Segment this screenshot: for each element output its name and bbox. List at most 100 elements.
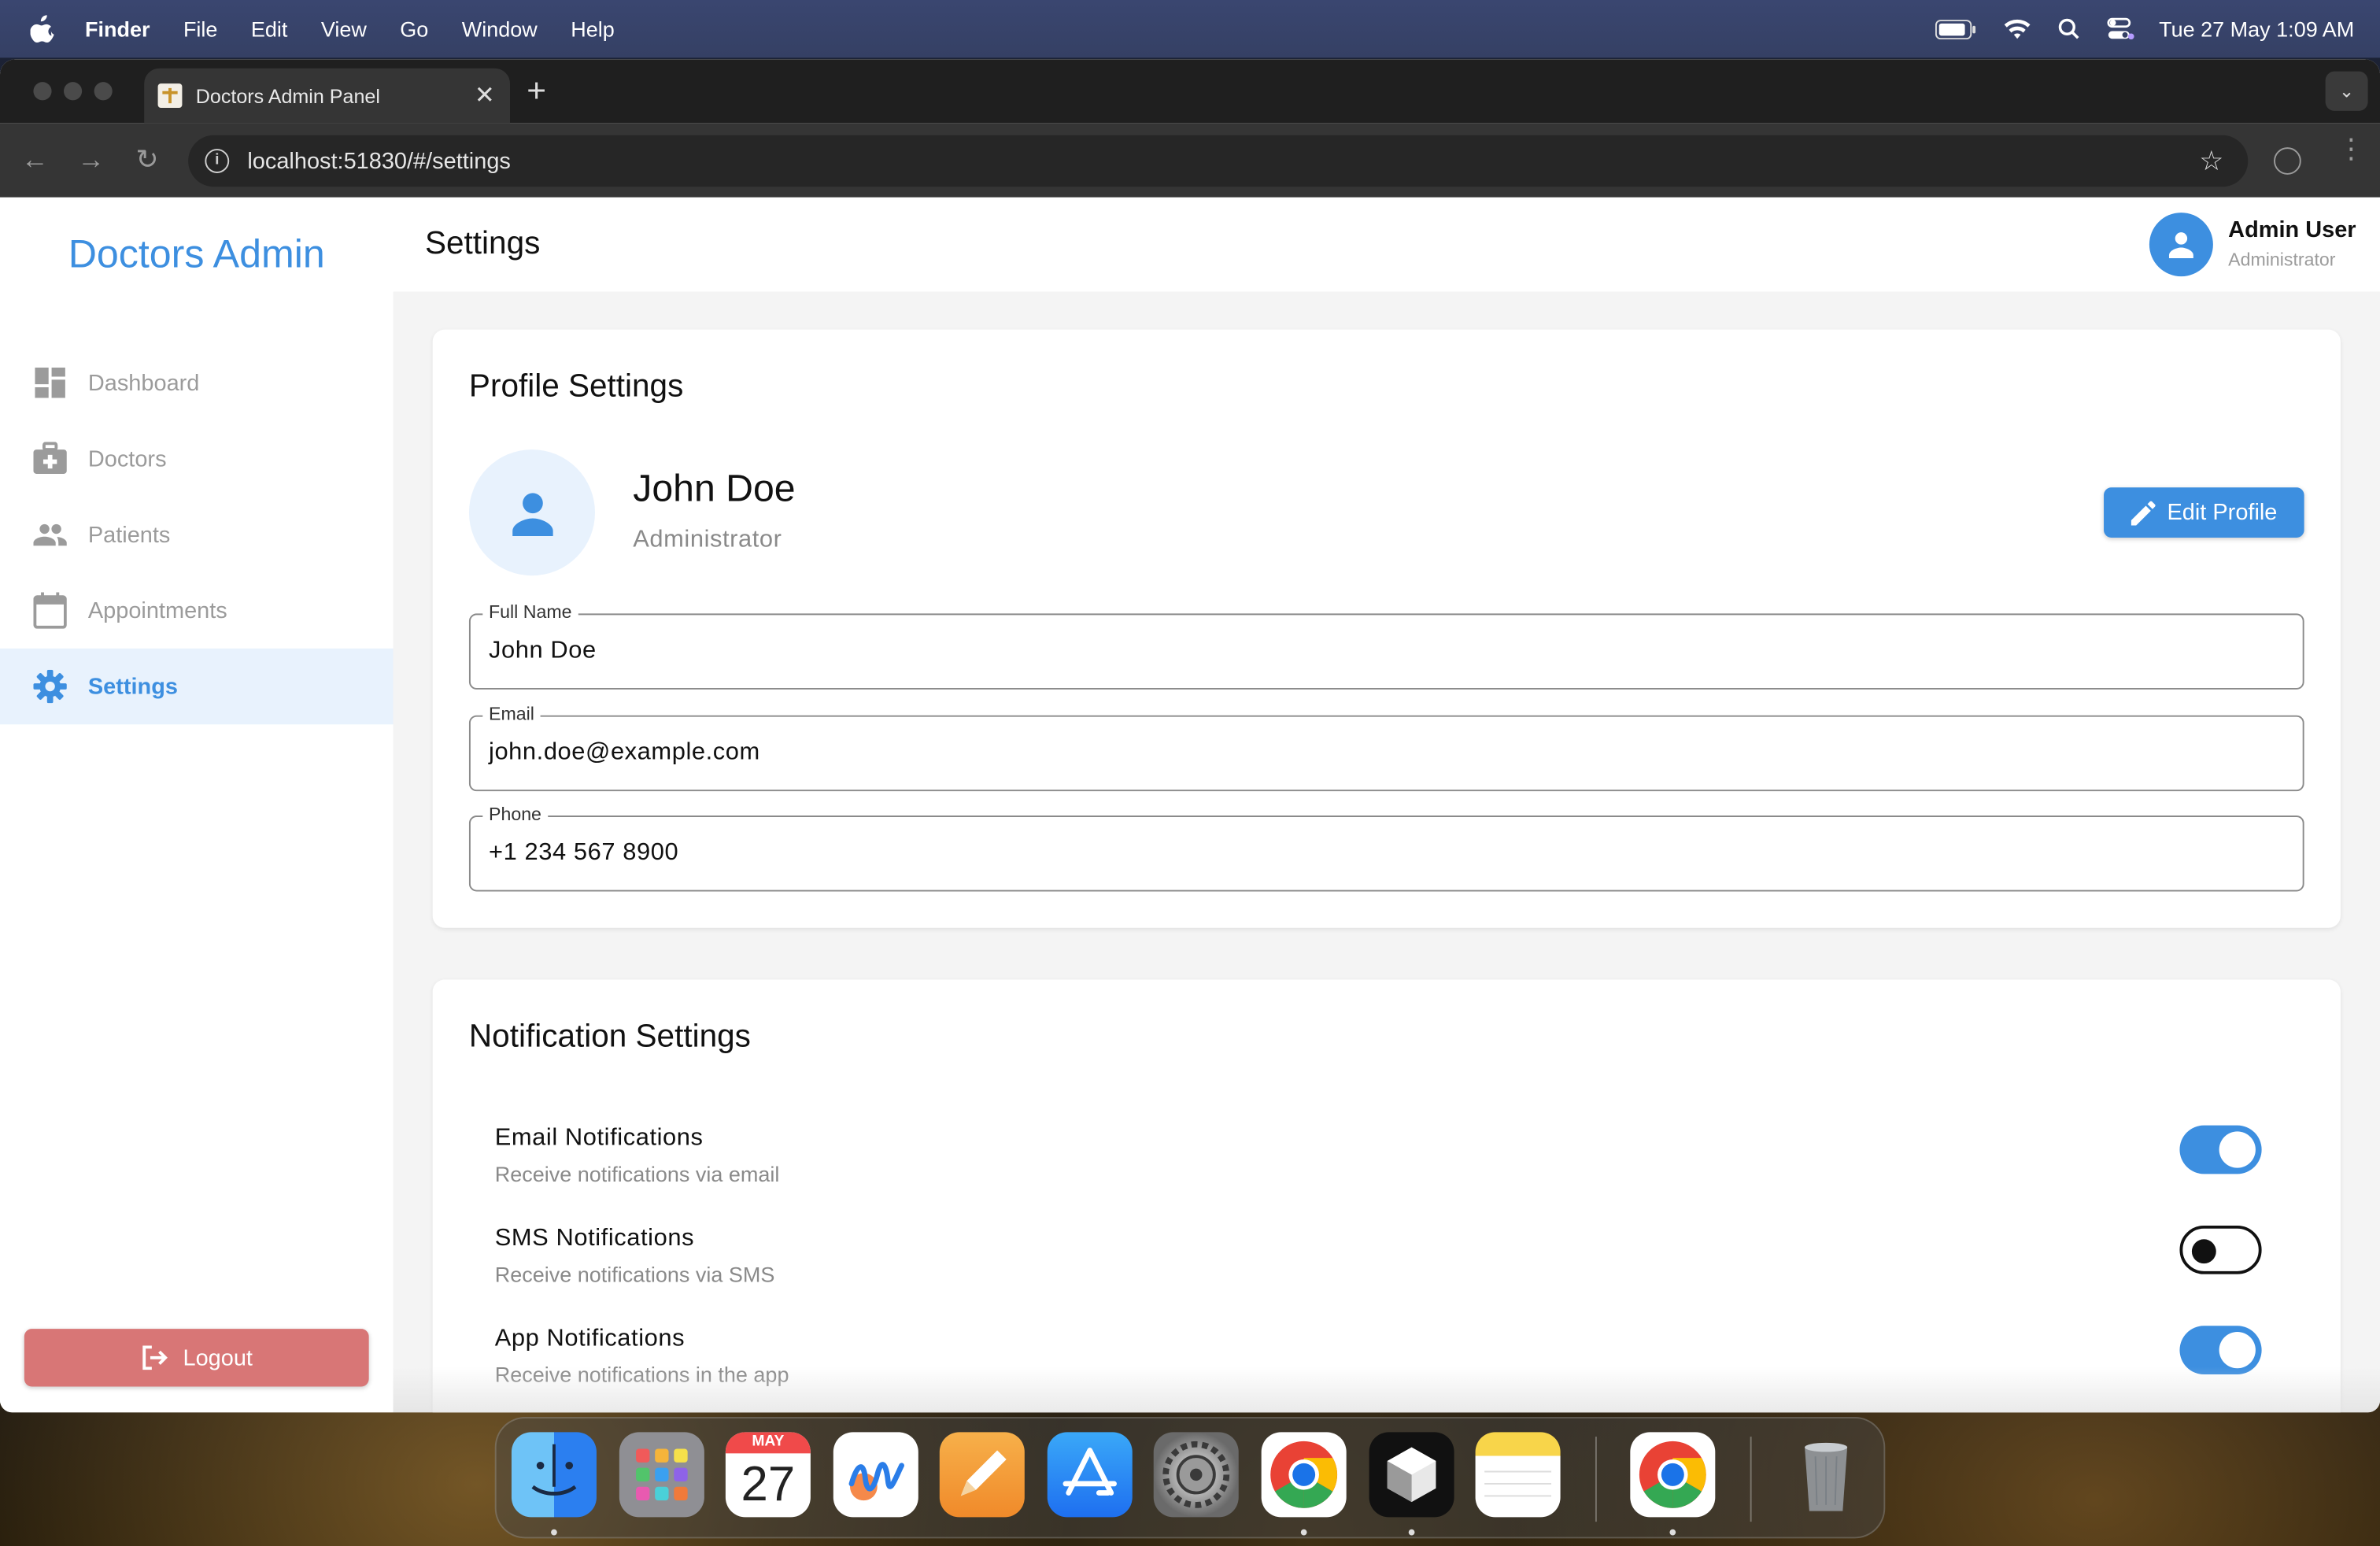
site-info-icon[interactable]: i <box>205 149 230 173</box>
sidebar-item-label: Doctors <box>87 446 167 472</box>
calendar-day: 27 <box>741 1456 796 1511</box>
notification-title: SMS Notifications <box>494 1225 695 1252</box>
notification-title: App Notifications <box>494 1326 686 1352</box>
minimize-window-button[interactable] <box>64 82 83 101</box>
sidebar-item-dashboard[interactable]: Dashboard <box>0 345 394 420</box>
pages-icon[interactable] <box>939 1432 1025 1518</box>
toggle-knob <box>2219 1131 2256 1168</box>
back-arrow-icon[interactable]: ← <box>18 144 51 176</box>
logout-button[interactable]: Logout <box>24 1329 369 1387</box>
caduceus-favicon-icon <box>157 83 183 108</box>
battery-icon[interactable] <box>1935 19 1977 39</box>
sidebar-item-label: Patients <box>87 521 171 548</box>
menu-view[interactable]: View <box>321 17 367 41</box>
forward-arrow-icon[interactable]: → <box>75 144 108 176</box>
browser-tab-strip: Doctors Admin Panel ✕ + ⌄ <box>0 59 2380 124</box>
field-value[interactable]: +1 234 567 8900 <box>489 840 678 867</box>
sidebar-nav: Dashboard Doctors Patients Appointments … <box>0 345 394 725</box>
sidebar-item-appointments[interactable]: Appointments <box>0 572 394 648</box>
tab-title: Doctors Admin Panel <box>195 84 380 108</box>
logout-icon <box>142 1345 168 1370</box>
browser-toolbar: ← → ↻ i localhost:51830/#/settings ☆ ⋮ <box>0 123 2380 198</box>
person-icon <box>2168 232 2193 258</box>
finder-icon[interactable] <box>511 1432 597 1518</box>
scroll-fade-overlay <box>393 1367 2380 1413</box>
user-role: Administrator <box>2228 249 2336 271</box>
apple-icon[interactable] <box>30 15 55 43</box>
full-name-field[interactable]: Full Name John Doe <box>468 601 2304 690</box>
section-title: Notification Settings <box>468 1019 751 1054</box>
edit-profile-button[interactable]: Edit Profile <box>2104 487 2304 538</box>
page-title: Settings <box>425 226 541 261</box>
trash-icon[interactable] <box>1783 1432 1868 1517</box>
chrome-icon[interactable] <box>1261 1432 1347 1518</box>
medical-bag-icon <box>33 442 67 475</box>
field-value[interactable]: John Doe <box>489 638 597 665</box>
mac-dock: MAY 27 <box>494 1417 1886 1539</box>
field-value[interactable]: john.doe@example.com <box>489 740 760 767</box>
bookmark-star-icon[interactable]: ☆ <box>2199 145 2223 177</box>
browser-window: Doctors Admin Panel ✕ + ⌄ ← → ↻ i localh… <box>0 59 2380 1413</box>
profile-name: John Doe <box>633 468 796 511</box>
email-notifications-toggle[interactable] <box>2179 1125 2262 1174</box>
app-viewport: Doctors Admin Dashboard Doctors Patients… <box>0 197 2380 1413</box>
dashboard-icon <box>33 366 66 399</box>
menubar-clock[interactable]: Tue 27 May 1:09 AM <box>2159 17 2354 41</box>
profile-settings-card: Profile Settings John Doe Administrator … <box>432 329 2341 928</box>
maximize-window-button[interactable] <box>94 82 113 101</box>
profile-avatar[interactable] <box>468 449 596 576</box>
system-settings-icon[interactable] <box>1153 1432 1239 1518</box>
menu-window[interactable]: Window <box>462 17 538 41</box>
running-indicator <box>551 1529 557 1536</box>
sidebar-item-doctors[interactable]: Doctors <box>0 420 394 496</box>
spotlight-search-icon[interactable] <box>2059 18 2080 39</box>
calendar-app-icon[interactable]: MAY 27 <box>725 1432 811 1518</box>
running-indicator <box>1300 1529 1307 1536</box>
freeform-icon[interactable] <box>833 1432 918 1518</box>
field-label: Phone <box>482 803 548 825</box>
tab-close-icon[interactable]: ✕ <box>475 80 495 111</box>
profile-role: Administrator <box>633 527 782 553</box>
menubar-app-name[interactable]: Finder <box>85 17 150 41</box>
email-field[interactable]: Email john.doe@example.com <box>468 703 2304 792</box>
notes-icon[interactable] <box>1475 1432 1561 1518</box>
browser-tab[interactable]: Doctors Admin Panel ✕ <box>144 68 511 124</box>
close-window-button[interactable] <box>33 82 52 101</box>
url-text[interactable]: localhost:51830/#/settings <box>247 148 511 174</box>
gear-icon <box>33 669 67 704</box>
app-store-icon[interactable] <box>1047 1432 1133 1518</box>
notification-subtitle: Receive notifications via email <box>494 1161 780 1186</box>
launchpad-icon[interactable] <box>619 1432 704 1518</box>
user-avatar[interactable] <box>2149 213 2213 277</box>
chrome-icon[interactable] <box>1630 1432 1716 1518</box>
menu-edit[interactable]: Edit <box>251 17 288 41</box>
phone-field[interactable]: Phone +1 234 567 8900 <box>468 803 2304 892</box>
wifi-icon[interactable] <box>2004 18 2031 39</box>
new-tab-plus-icon[interactable]: + <box>527 74 546 108</box>
sms-notifications-row: SMS Notifications Receive notifications … <box>494 1225 2286 1301</box>
tab-search-chevron-icon[interactable]: ⌄ <box>2325 71 2368 111</box>
address-bar[interactable]: i localhost:51830/#/settings ☆ <box>188 135 2249 187</box>
browser-menu-kebab-icon[interactable]: ⋮ <box>2338 135 2365 163</box>
sidebar: Doctors Admin Dashboard Doctors Patients… <box>0 197 394 1413</box>
sidebar-item-label: Dashboard <box>87 369 200 396</box>
sms-notifications-toggle[interactable] <box>2179 1225 2262 1274</box>
toggle-knob <box>2219 1331 2256 1369</box>
notification-subtitle: Receive notifications via SMS <box>494 1262 775 1287</box>
dock-separator <box>1750 1437 1752 1522</box>
menu-file[interactable]: File <box>183 17 218 41</box>
reload-icon[interactable]: ↻ <box>131 144 164 176</box>
toggle-knob <box>2191 1239 2216 1264</box>
menu-go[interactable]: Go <box>400 17 428 41</box>
running-indicator <box>1408 1529 1415 1536</box>
brand-title[interactable]: Doctors Admin <box>0 231 394 278</box>
window-controls <box>33 82 113 101</box>
sidebar-item-label: Appointments <box>87 597 227 623</box>
menu-help[interactable]: Help <box>571 17 615 41</box>
dock-separator <box>1595 1437 1597 1522</box>
sidebar-item-patients[interactable]: Patients <box>0 497 394 572</box>
cube-app-icon[interactable] <box>1369 1432 1454 1518</box>
control-center-icon[interactable] <box>2108 17 2135 41</box>
sidebar-item-settings[interactable]: Settings <box>0 648 394 725</box>
profile-icon[interactable] <box>2274 147 2301 175</box>
